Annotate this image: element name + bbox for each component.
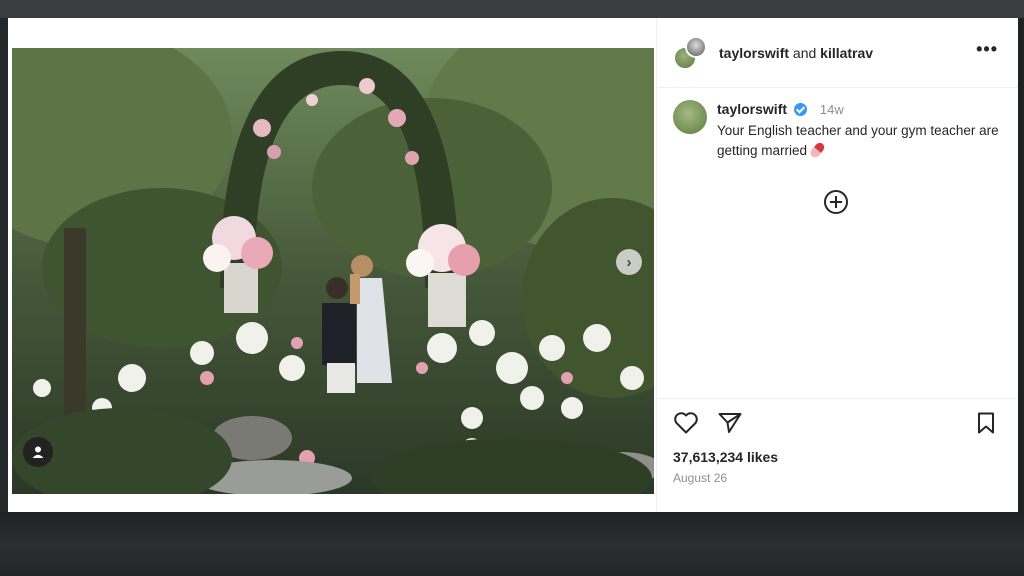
- author-link-taylorswift[interactable]: taylorswift: [719, 45, 789, 61]
- more-options-button[interactable]: •••: [976, 40, 998, 58]
- likes-count[interactable]: 37,613,234 likes: [673, 449, 778, 465]
- post-media: ›: [8, 18, 656, 512]
- verified-badge-icon: [794, 103, 808, 116]
- bookmark-icon[interactable]: [975, 411, 997, 435]
- post-authors: taylorswift and killatrav: [719, 45, 873, 61]
- next-photo-button[interactable]: ›: [616, 249, 642, 275]
- avatar: [685, 36, 707, 58]
- caption-time[interactable]: 14w: [820, 102, 844, 117]
- pill-emoji-icon: [808, 140, 827, 160]
- heart-icon[interactable]: [673, 411, 699, 435]
- post-header: taylorswift and killatrav •••: [657, 18, 1018, 88]
- garden-proposal-photo: [12, 48, 654, 494]
- avatar[interactable]: [673, 100, 707, 134]
- caption-text: Your English teacher and your gym teache…: [717, 123, 999, 158]
- post-actions: 37,613,234 likes August 26: [657, 398, 1018, 512]
- video-frame-right: [1018, 18, 1024, 512]
- user-tags-button[interactable]: [23, 437, 53, 467]
- caption-text-wrap: Your English teacher and your gym teache…: [717, 121, 1007, 161]
- caption-username[interactable]: taylorswift: [717, 101, 787, 117]
- instagram-post-card: › taylorswift and killatrav ••• taylorsw…: [8, 18, 1018, 512]
- video-frame-bottom: [0, 512, 1024, 576]
- post-photo[interactable]: [12, 48, 654, 494]
- share-icon[interactable]: [717, 411, 743, 435]
- author-link-killatrav[interactable]: killatrav: [820, 45, 873, 61]
- video-frame-top: [0, 0, 1024, 18]
- collab-avatars[interactable]: [673, 36, 707, 70]
- post-sidebar: taylorswift and killatrav ••• taylorswif…: [656, 18, 1018, 512]
- add-comment-icon[interactable]: [824, 190, 848, 214]
- post-date[interactable]: August 26: [673, 471, 727, 485]
- chevron-right-icon: ›: [626, 253, 632, 271]
- caption-body: taylorswift 14w Your English teacher and…: [717, 101, 1007, 161]
- user-tag-icon: [32, 446, 44, 458]
- authors-conjunction: and: [792, 45, 817, 61]
